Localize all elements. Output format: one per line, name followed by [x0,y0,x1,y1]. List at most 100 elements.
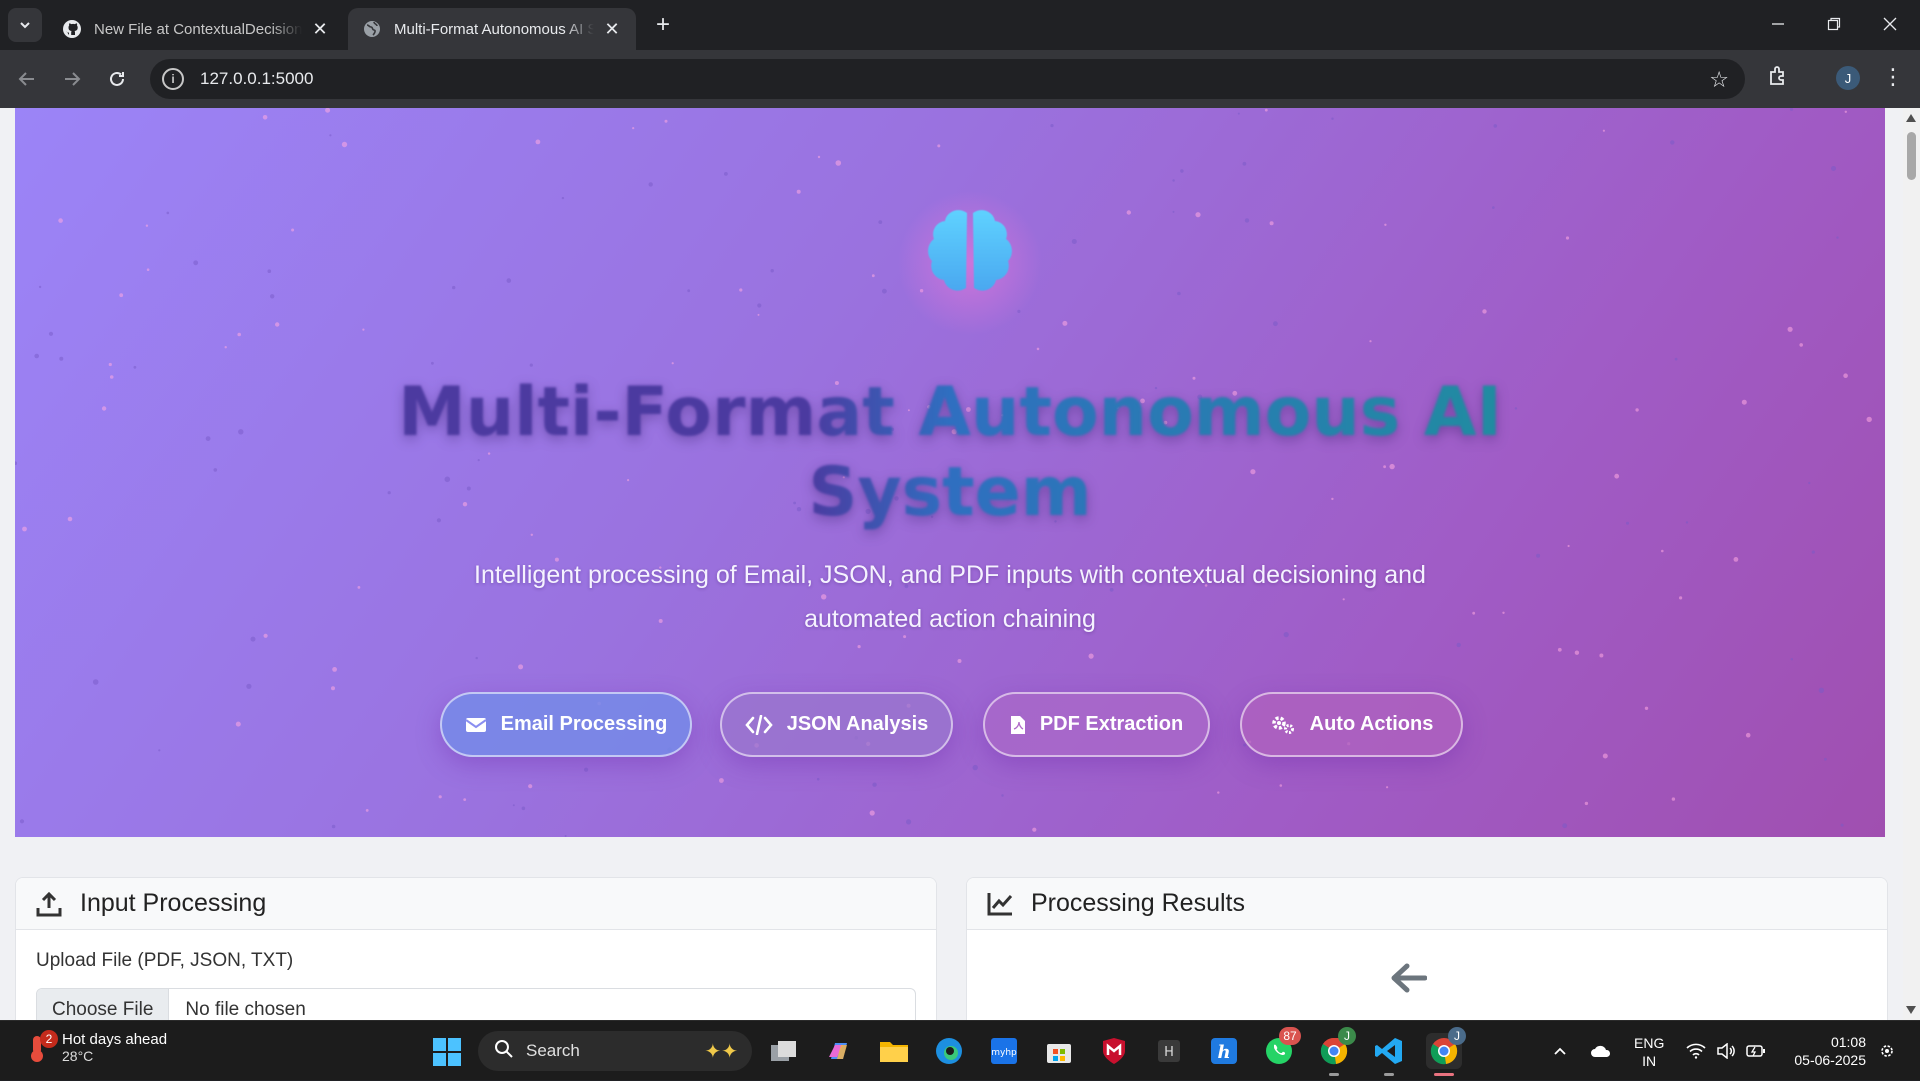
new-tab-button[interactable]: + [650,11,676,38]
wifi-icon[interactable] [1686,1021,1706,1081]
forward-button[interactable] [54,61,90,97]
weather-widget[interactable]: 2 Hot days ahead 28°C [26,1029,167,1064]
chrome-active-icon[interactable]: J [1426,1027,1466,1076]
profile-avatar[interactable]: J [1836,66,1860,90]
arrow-left-icon [18,72,34,86]
myhp-icon[interactable]: myhp [986,1033,1022,1069]
file-upload-input[interactable]: Choose File No file chosen [36,988,916,1020]
bookmark-star-icon[interactable]: ☆ [1709,67,1729,93]
chevron-up-icon [1554,1047,1566,1055]
particle [1789,108,1794,111]
envelope-icon [465,716,487,734]
whatsapp-icon[interactable]: 87 [1261,1027,1301,1069]
chrome-profile-icon[interactable]: J [1316,1027,1356,1076]
particle [1126,210,1132,215]
particle [1244,218,1250,223]
particle [871,274,875,278]
battery-icon[interactable] [1746,1021,1766,1081]
edge-icon[interactable] [931,1033,967,1069]
site-info-icon[interactable]: i [162,68,184,90]
search-icon [494,1039,514,1064]
microsoft-store-icon[interactable] [1041,1033,1077,1069]
vscode-icon[interactable] [1371,1033,1407,1076]
volume-icon[interactable] [1716,1021,1736,1081]
scroll-thumb[interactable] [1907,132,1916,180]
particle [15,461,18,465]
particle [263,633,268,638]
particle [262,115,268,120]
taskbar-search[interactable]: Search ✦✦ [478,1031,752,1071]
particle [1172,179,1175,182]
chrome-profile-badge: J [1448,1027,1466,1045]
pdf-extraction-button[interactable]: PDF Extraction [983,692,1210,757]
tab-github[interactable]: New File at ContextualDecisionEngine ✕ [48,8,344,50]
particle [1811,550,1815,554]
close-icon[interactable]: ✕ [602,19,622,39]
particle [937,144,941,148]
scroll-down-arrow[interactable] [1906,1006,1916,1014]
address-bar[interactable]: i 127.0.0.1:5000 ☆ [150,59,1745,99]
notification-settings-icon[interactable] [1878,1021,1896,1081]
task-view-icon[interactable] [766,1033,802,1069]
particle [1036,347,1040,351]
clock-time: 01:08 [1830,1034,1866,1050]
particle [648,182,653,187]
hero-title: Multi-Format Autonomous AI System [350,373,1550,533]
back-button[interactable] [9,61,45,97]
particle [1602,753,1608,759]
reload-button[interactable] [99,61,135,97]
particle [59,356,64,361]
scroll-up-arrow[interactable] [1906,114,1916,122]
language-indicator[interactable]: ENG IN [1634,1034,1664,1070]
particle [1741,399,1747,405]
particle [1032,827,1037,832]
particle [291,228,295,232]
particle [882,288,887,294]
minimize-button[interactable] [1750,6,1806,42]
card-title: Processing Results [1031,889,1245,917]
url-text[interactable]: 127.0.0.1:5000 [200,69,313,89]
minimize-icon [1772,23,1784,25]
mcafee-icon[interactable] [1096,1033,1132,1069]
auto-actions-button[interactable]: Auto Actions [1240,692,1463,757]
particle [1062,320,1068,326]
particle [1818,687,1825,693]
particle [1242,161,1247,166]
close-icon [1883,17,1897,31]
onedrive-icon[interactable] [1590,1021,1612,1081]
particle [109,375,114,379]
more-menu-icon[interactable]: ⋮ [1882,64,1904,90]
restore-button[interactable] [1806,6,1862,42]
particle [1071,239,1077,244]
particle [1799,343,1803,347]
particle [1671,797,1676,801]
close-window-button[interactable] [1862,6,1918,42]
upload-icon [36,890,64,918]
system-clock[interactable]: 01:08 05-06-2025 [1782,1033,1866,1069]
copilot-icon[interactable] [821,1033,857,1069]
h-app-icon[interactable]: H [1151,1033,1187,1069]
close-icon[interactable]: ✕ [310,19,330,39]
tab-app[interactable]: Multi-Format Autonomous AI System ✕ [348,8,636,50]
particle [1482,309,1487,314]
particle [529,363,533,367]
extensions-icon[interactable] [1766,64,1790,93]
particle [770,269,774,273]
clock-date: 05-06-2025 [1794,1052,1866,1068]
running-indicator [1329,1073,1339,1076]
choose-file-button[interactable]: Choose File [37,989,170,1020]
chevron-down-icon [20,22,30,29]
windows-start-icon[interactable] [432,1037,462,1072]
file-explorer-icon[interactable] [876,1033,912,1069]
page-scrollbar[interactable] [1903,108,1920,1020]
particle [1831,166,1836,171]
json-analysis-button[interactable]: JSON Analysis [720,692,953,757]
particle [521,806,526,811]
show-hidden-icons[interactable] [1552,1021,1568,1081]
email-processing-button[interactable]: Email Processing [440,692,692,757]
particle [957,659,962,663]
particle [1733,557,1739,562]
tab-search-button[interactable] [8,8,42,42]
hackerearth-icon[interactable]: h [1206,1033,1242,1069]
particle [1836,236,1839,239]
